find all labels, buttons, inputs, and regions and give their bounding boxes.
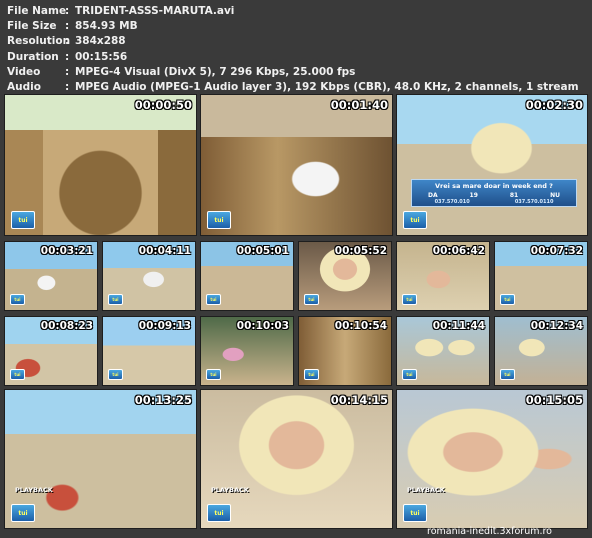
- channel-logo: tui: [108, 369, 123, 380]
- info-row-duration: Duration : 00:15:56: [7, 50, 587, 65]
- info-separator: :: [65, 5, 70, 17]
- info-label: Duration: [7, 50, 59, 63]
- info-label: File Name: [7, 5, 67, 17]
- thumbnail-frame[interactable]: 00:09:13 tui: [102, 316, 196, 386]
- frame-timestamp: 00:14:15: [330, 393, 388, 407]
- info-row-filename: File Name : TRIDENT-ASSS-MARUTA.avi: [7, 4, 587, 19]
- thumbnail-frame[interactable]: 00:07:32 tui: [494, 241, 588, 311]
- frame-timestamp: 00:04:11: [138, 245, 191, 257]
- info-value: 00:15:56: [75, 50, 128, 63]
- playback-overlay: PLAYBACK: [15, 486, 53, 494]
- channel-logo: tui: [402, 294, 417, 305]
- thumbnail-frame[interactable]: 00:13:25 tui PLAYBACK: [4, 389, 197, 529]
- thumbnail-frame[interactable]: 00:15:05 tui PLAYBACK: [396, 389, 588, 529]
- info-label: Resolution: [7, 35, 71, 48]
- info-row-audio: Audio : MPEG Audio (MPEG-1 Audio layer 3…: [7, 80, 587, 95]
- poll-count-no: 81: [509, 192, 519, 199]
- frame-timestamp: 00:01:40: [330, 98, 388, 112]
- frame-timestamp: 00:05:52: [334, 245, 387, 257]
- playback-overlay: PLAYBACK: [211, 486, 249, 494]
- thumbnail-frame[interactable]: 00:11:44 tui: [396, 316, 490, 386]
- poll-option-yes: DA: [427, 192, 438, 199]
- info-separator: :: [65, 65, 70, 78]
- frame-timestamp: 00:10:03: [236, 320, 289, 332]
- thumbnail-frame[interactable]: 00:08:23 tui: [4, 316, 98, 386]
- poll-banner: Vrei sa mare doar in week end ? DA 19 81 NU 0…: [411, 179, 577, 207]
- thumbnail-frame[interactable]: 00:10:03 tui: [200, 316, 294, 386]
- poll-count-yes: 19: [469, 192, 478, 199]
- frame-timestamp: 00:06:42: [432, 245, 485, 257]
- channel-logo: tui: [500, 369, 515, 380]
- channel-logo: tui: [207, 211, 231, 229]
- channel-logo: tui: [206, 294, 221, 305]
- info-value: MPEG Audio (MPEG-1 Audio layer 3), 192 K…: [75, 81, 579, 94]
- channel-logo: tui: [108, 294, 123, 305]
- channel-logo: tui: [403, 504, 427, 522]
- thumbnail-frame[interactable]: 00:05:52 tui: [298, 241, 392, 311]
- frame-timestamp: 00:03:21: [40, 245, 93, 257]
- thumbnail-frame[interactable]: 00:03:21 tui: [4, 241, 98, 311]
- channel-logo: tui: [500, 294, 515, 305]
- thumbnail-frame[interactable]: 00:05:01 tui: [200, 241, 294, 311]
- frame-timestamp: 00:10:54: [334, 320, 387, 332]
- frame-timestamp: 00:08:23: [40, 320, 93, 332]
- frame-timestamp: 00:02:30: [525, 98, 583, 112]
- info-separator: :: [65, 20, 70, 33]
- frame-timestamp: 00:00:50: [134, 98, 192, 112]
- thumbnail-frame[interactable]: 00:01:40 tui: [200, 94, 393, 236]
- channel-logo: tui: [207, 504, 231, 522]
- thumbnail-frame[interactable]: 00:10:54 tui: [298, 316, 392, 386]
- playback-overlay: PLAYBACK: [407, 486, 445, 494]
- info-value: MPEG-4 Visual (DivX 5), 7 296 Kbps, 25.0…: [75, 65, 356, 78]
- channel-logo: tui: [11, 211, 35, 229]
- frame-timestamp: 00:11:44: [432, 320, 485, 332]
- channel-logo: tui: [10, 369, 25, 380]
- info-value: TRIDENT-ASSS-MARUTA.avi: [75, 5, 235, 17]
- channel-logo: tui: [206, 369, 221, 380]
- info-value: 854.93 MB: [75, 20, 138, 33]
- info-row-resolution: Resolution : 384x288: [7, 34, 587, 49]
- channel-logo: tui: [403, 211, 427, 229]
- forum-watermark: romania-inedit.3xforum.ro: [427, 526, 552, 537]
- poll-number-yes: 037.570.010: [434, 199, 470, 205]
- poll-number-no: 037.570.0110: [514, 199, 554, 205]
- channel-logo: tui: [304, 369, 319, 380]
- info-separator: :: [65, 50, 70, 63]
- info-label: Audio: [7, 81, 41, 94]
- frame-timestamp: 00:09:13: [138, 320, 191, 332]
- thumbnail-frame[interactable]: 00:14:15 tui PLAYBACK: [200, 389, 393, 529]
- info-label: File Size: [7, 20, 57, 33]
- info-value: 384x288: [75, 35, 126, 48]
- frame-timestamp: 00:12:34: [530, 320, 583, 332]
- channel-logo: tui: [11, 504, 35, 522]
- frame-timestamp: 00:07:32: [530, 245, 583, 257]
- frame-timestamp: 00:15:05: [525, 393, 583, 407]
- info-label: Video: [7, 65, 41, 78]
- thumbnail-frame[interactable]: 00:02:30 tui Vrei sa mare doar in week end…: [396, 94, 588, 236]
- file-info-panel: File Name : TRIDENT-ASSS-MARUTA.avi File…: [7, 4, 587, 95]
- info-row-filesize: File Size : 854.93 MB: [7, 19, 587, 34]
- thumbnail-frame[interactable]: 00:06:42 tui: [396, 241, 490, 311]
- frame-timestamp: 00:13:25: [134, 393, 192, 407]
- poll-title: Vrei sa mare doar in week end ?: [435, 182, 553, 190]
- thumbnail-frame[interactable]: 00:12:34 tui: [494, 316, 588, 386]
- info-separator: :: [65, 81, 70, 94]
- info-separator: :: [65, 35, 70, 48]
- thumbnail-frame[interactable]: 00:00:50 tui: [4, 94, 197, 236]
- poll-option-no: NU: [550, 192, 561, 199]
- frame-timestamp: 00:05:01: [236, 245, 289, 257]
- info-row-video: Video : MPEG-4 Visual (DivX 5), 7 296 Kb…: [7, 65, 587, 80]
- channel-logo: tui: [304, 294, 319, 305]
- channel-logo: tui: [10, 294, 25, 305]
- channel-logo: tui: [402, 369, 417, 380]
- thumbnail-frame[interactable]: 00:04:11 tui: [102, 241, 196, 311]
